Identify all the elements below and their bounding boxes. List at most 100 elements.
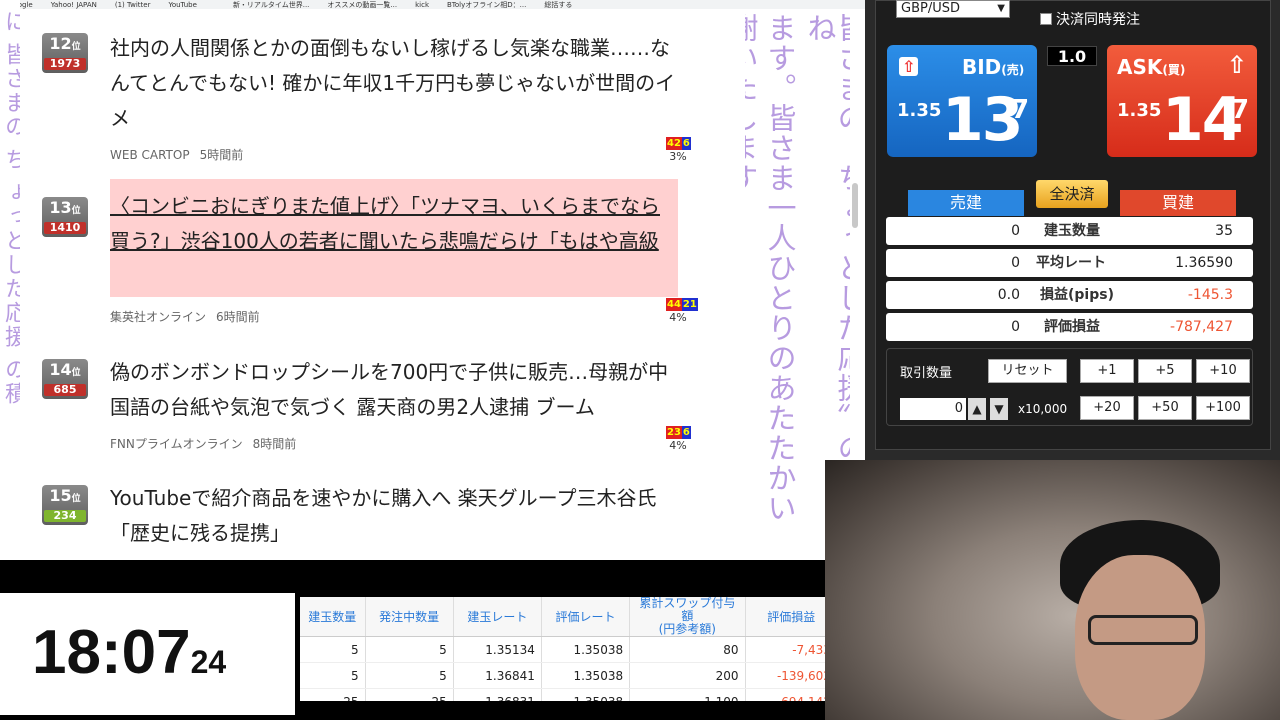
cell-quantity: 5 — [300, 636, 366, 663]
row-label: 平均レート — [1036, 255, 1106, 271]
article-time: 8時間前 — [252, 437, 297, 451]
col-header[interactable]: 発注中数量 — [365, 597, 454, 637]
plus-1-button[interactable]: +1 — [1080, 359, 1134, 383]
rank-number: 13 — [49, 198, 72, 217]
row-label: 建玉数量 — [1044, 223, 1100, 239]
ratio-blue: 21 — [681, 298, 698, 311]
rank-badge: 15位 234 — [42, 485, 88, 525]
article-title[interactable]: 〈コンビニおにぎりまた値上げ〉「ツナマヨ、いくらまでなら買う?」渋谷100人の若… — [110, 179, 678, 297]
rank-number: 14 — [49, 360, 72, 379]
bookmark-twitter[interactable]: (1) Twitter — [115, 1, 151, 9]
buy-quantity: 35 — [1215, 223, 1233, 239]
position-quantity-row: 0 建玉数量 35 — [886, 217, 1253, 245]
reset-button[interactable]: リセット — [988, 359, 1067, 383]
ratio-blue: 6 — [681, 137, 691, 150]
article-source[interactable]: FNNプライムオンライン — [110, 437, 243, 451]
decrement-icon[interactable]: ▼ — [990, 398, 1008, 420]
plus-50-button[interactable]: +50 — [1138, 396, 1192, 420]
article-meta: WEB CARTOP 5時間前 — [110, 146, 243, 163]
rank-suffix: 位 — [71, 42, 81, 52]
bookmark-yahoo[interactable]: Yahoo! JAPAN — [51, 1, 97, 9]
table-row[interactable]: 5 5 1.36841 1.35038 200 -139,602 — [300, 662, 835, 689]
bookmark-kick[interactable]: kick — [415, 1, 429, 9]
cell-quantity: 25 — [300, 688, 366, 701]
table-row[interactable]: 5 5 1.35134 1.35038 80 -7,433 — [300, 636, 835, 663]
ratio-percent: 4% — [669, 439, 687, 452]
rank-suffix: 位 — [71, 368, 81, 378]
bookmark-youtube[interactable]: YouTube — [168, 1, 196, 9]
ratio-red: 42 — [666, 137, 682, 150]
cell-rate: 1.35134 — [453, 636, 542, 663]
cell-pnl: -694,142 — [745, 688, 835, 701]
article-title[interactable]: 社内の人間関係とかの面倒もないし稼げるし気楽な職業……なんてとんでもない! 確か… — [110, 31, 680, 136]
positions-table: 建玉数量 発注中数量 建玉レート 評価レート 累計スワップ付与額 (円参考額) … — [300, 597, 835, 701]
table-row[interactable]: 25 25 1.36831 1.35038 1,100 -694,142 — [300, 688, 835, 701]
news-ranking-feed: 12位 1973 社内の人間関係とかの面倒もないし稼げるし気楽な職業……なんてと… — [20, 9, 745, 560]
clock-seconds: 24 — [190, 644, 227, 680]
clock-hours-minutes: 18:07 — [32, 618, 191, 687]
article-meta: 集英社オンライン 6時間前 — [110, 308, 260, 325]
rank-score: 234 — [44, 510, 86, 522]
article-title[interactable]: 偽のボンボンドロップシールを700円で子供に販売…母親が中国語の台紙や気泡で気づ… — [110, 355, 680, 425]
reaction-ratio: 44 21 4% — [666, 298, 698, 324]
article-time: 5時間前 — [199, 148, 244, 162]
clock-panel: 18:0724 — [0, 593, 295, 715]
cell-rate: 1.36831 — [453, 688, 542, 701]
col-header[interactable]: 評価損益 — [745, 597, 835, 637]
bookmark-soukatsu[interactable]: 総括する — [544, 0, 572, 9]
sell-pips: 0.0 — [997, 287, 1020, 303]
quantity-unit: x10,000 — [1018, 402, 1068, 416]
sell-avg-rate: 0 — [1011, 255, 1020, 271]
ratio-blue: 6 — [681, 426, 691, 439]
article-title[interactable]: YouTubeで紹介商品を速やかに購入へ 楽天グループ三木谷氏「歴史に残る提携」 — [110, 481, 680, 551]
checkbox-box[interactable] — [1040, 13, 1052, 25]
ask-price-sup: 7 — [1231, 95, 1250, 125]
cell-pnl: -7,433 — [745, 636, 835, 663]
pips-pnl-row: 0.0 損益(pips) -145.3 — [886, 281, 1253, 309]
quantity-input[interactable]: 0 — [900, 398, 966, 420]
bookmark-btoly[interactable]: BTolyオフライン相D：... — [447, 0, 526, 9]
bid-sub: (売) — [1001, 63, 1025, 77]
ask-price-prefix: 1.35 — [1117, 100, 1162, 121]
col-header[interactable]: 建玉数量 — [300, 597, 366, 637]
tab-buy-position[interactable]: 買建 — [1120, 190, 1236, 216]
bid-label: BID — [962, 55, 1002, 79]
settle-all-button[interactable]: 全決済 — [1036, 180, 1108, 208]
vertical-text-col-3: 謝いたします — [745, 13, 759, 193]
bookmark-osusume[interactable]: オススメの動画一覧... — [327, 0, 397, 9]
rank-suffix: 位 — [71, 494, 81, 504]
chevron-down-icon: ▼ — [997, 3, 1005, 14]
rank-badge: 12位 1973 — [42, 33, 88, 73]
bid-price-prefix: 1.35 — [897, 100, 942, 121]
col-header[interactable]: 評価レート — [541, 597, 631, 637]
currency-pair-select[interactable]: GBP/USD ▼ — [896, 0, 1010, 18]
rank-score: 1973 — [44, 58, 86, 70]
bookmark-realtime[interactable]: 新・リアルタイム世界... — [233, 0, 309, 9]
rank-badge: 13位 1410 — [42, 197, 88, 237]
reaction-ratio: 23 6 4% — [666, 426, 691, 452]
col-header[interactable]: 累計スワップ付与額 (円参考額) — [629, 597, 746, 637]
settle-simultaneous-checkbox[interactable]: 決済同時発注 — [1040, 9, 1140, 29]
bookmarks-bar: Google Yahoo! JAPAN (1) Twitter YouTube … — [0, 0, 865, 9]
plus-100-button[interactable]: +100 — [1196, 396, 1250, 420]
plus-20-button[interactable]: +20 — [1080, 396, 1134, 420]
cell-eval-rate: 1.35038 — [541, 636, 631, 663]
col-header[interactable]: 建玉レート — [453, 597, 542, 637]
article-source[interactable]: WEB CARTOP — [110, 148, 190, 162]
ask-price-big: 14 — [1162, 85, 1243, 155]
article-source[interactable]: 集英社オンライン — [110, 310, 206, 324]
bid-price-big: 13 — [942, 85, 1023, 155]
plus-5-button[interactable]: +5 — [1138, 359, 1192, 383]
unrealized-pnl-row: 0 評価損益 -787,427 — [886, 313, 1253, 341]
buy-avg-rate: 1.36590 — [1175, 255, 1233, 271]
rank-score: 1410 — [44, 222, 86, 234]
scrollbar-thumb[interactable] — [852, 183, 858, 228]
ask-buy-button[interactable]: ASK(買) ⇧ 1.35 14 7 — [1107, 45, 1257, 157]
currency-pair-value: GBP/USD — [901, 1, 960, 16]
ratio-percent: 3% — [669, 150, 687, 163]
tab-sell-position[interactable]: 売建 — [908, 190, 1024, 216]
checkbox-label: 決済同時発注 — [1056, 12, 1140, 28]
increment-icon[interactable]: ▲ — [968, 398, 986, 420]
bid-sell-button[interactable]: ⇧ BID(売) 1.35 13 7 — [887, 45, 1037, 157]
plus-10-button[interactable]: +10 — [1196, 359, 1250, 383]
